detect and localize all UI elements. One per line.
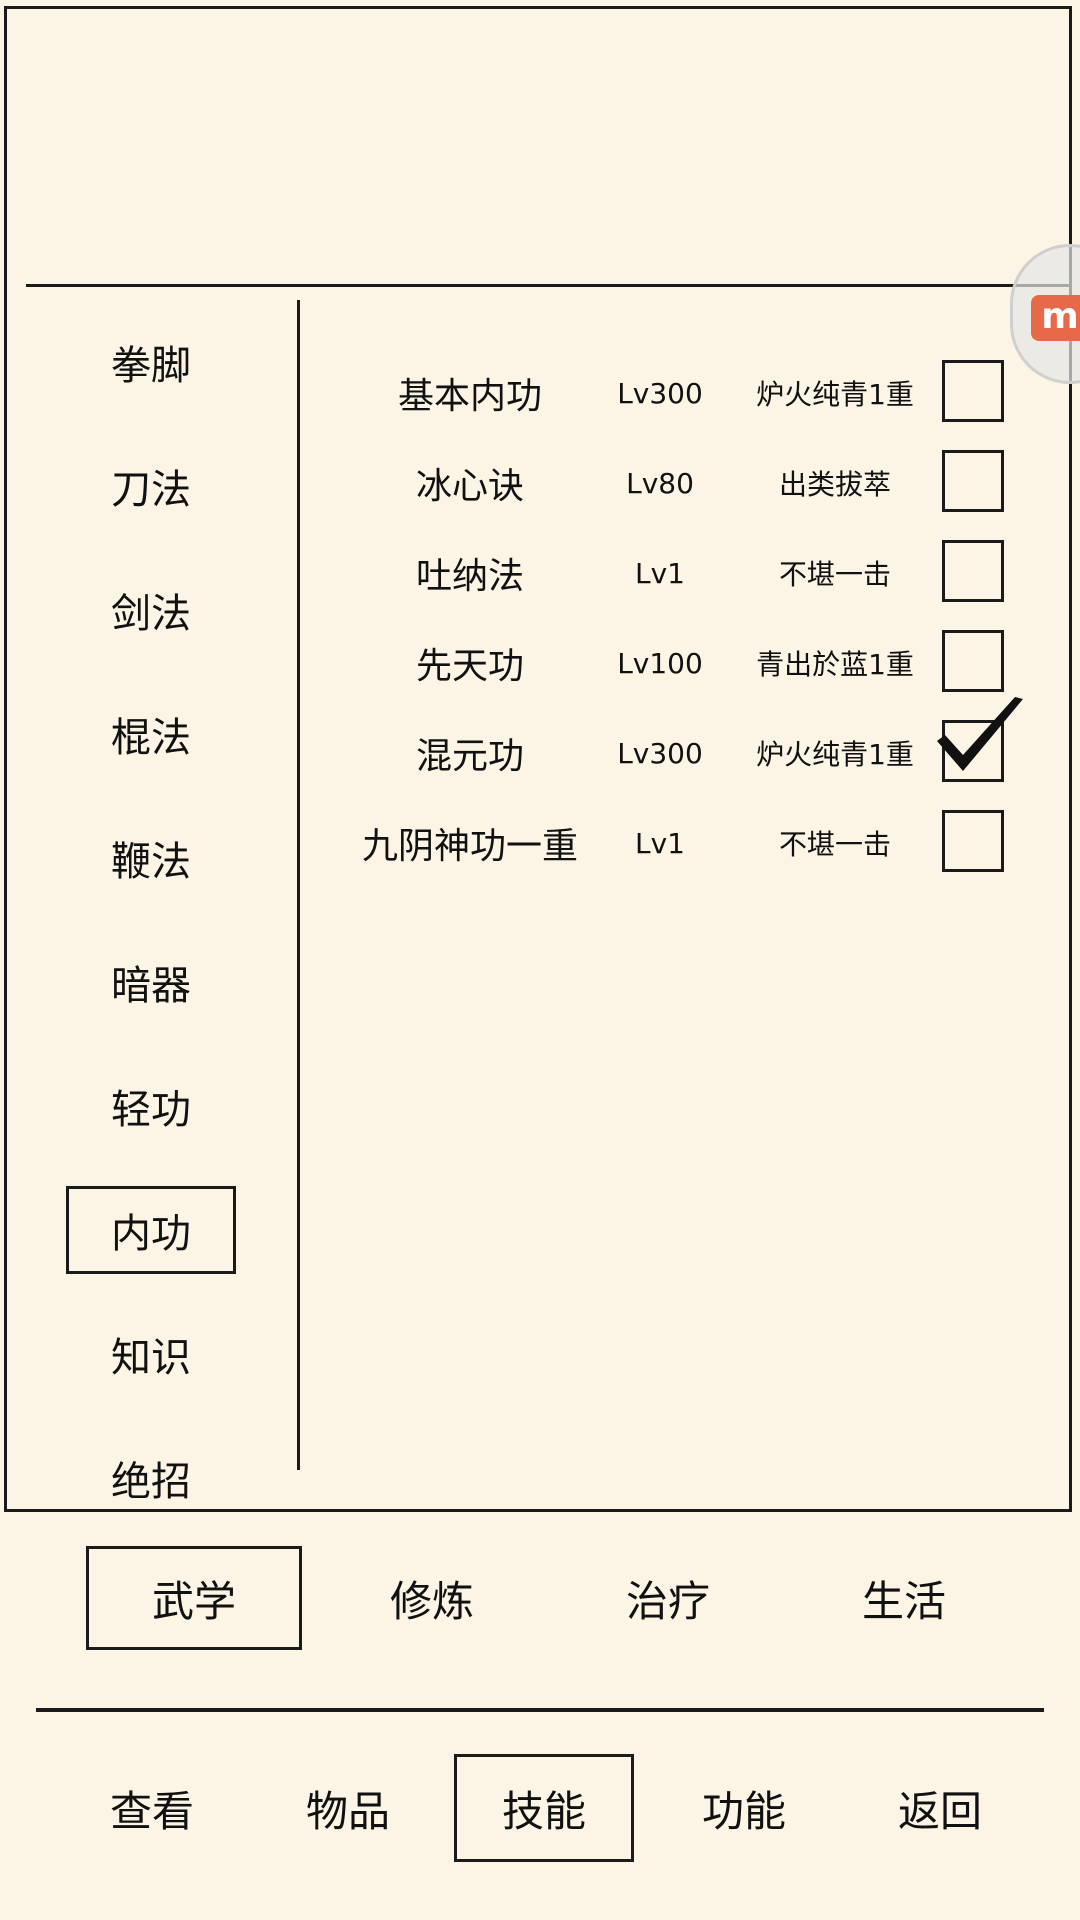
skill-rank: 炉火纯青1重 (756, 378, 914, 411)
skill-row: 九阴神功一重 Lv1 不堪一击 (300, 798, 1020, 888)
category-juezhao[interactable]: 绝招 (66, 1434, 236, 1522)
skill-checkbox[interactable] (942, 810, 1004, 872)
skill-level: Lv300 (617, 736, 703, 770)
skill-rank: 炉火纯青1重 (756, 738, 914, 771)
skill-name: 基本内功 (397, 376, 542, 417)
skill-level: Lv80 (626, 466, 694, 500)
skill-row: 吐纳法 Lv1 不堪一击 (300, 528, 1020, 618)
nav-divider (36, 1708, 1044, 1712)
skill-rank: 不堪一击 (778, 828, 891, 861)
skill-row: 基本内功 Lv300 炉火纯青1重 (300, 348, 1020, 438)
category-jianfa[interactable]: 剑法 (66, 566, 236, 654)
skill-name: 九阴神功一重 (361, 826, 578, 867)
category-gunfa[interactable]: 棍法 (66, 690, 236, 778)
skill-level: Lv300 (617, 376, 703, 410)
category-anqi[interactable]: 暗器 (66, 938, 236, 1026)
nav-wupin[interactable]: 物品 (258, 1754, 438, 1862)
category-zhishi[interactable]: 知识 (66, 1310, 236, 1398)
subtab-shenghuo[interactable]: 生活 (796, 1546, 1012, 1650)
category-quanjiao[interactable]: 拳脚 (66, 318, 236, 406)
skill-level: Lv1 (635, 556, 685, 590)
category-qinggong[interactable]: 轻功 (66, 1062, 236, 1150)
category-bianfa[interactable]: 鞭法 (66, 814, 236, 902)
nav-jineng[interactable]: 技能 (454, 1754, 634, 1862)
category-neigong[interactable]: 内功 (66, 1186, 236, 1274)
nav-gongneng[interactable]: 功能 (654, 1754, 834, 1862)
nav-fanhui[interactable]: 返回 (850, 1754, 1030, 1862)
category-daofa[interactable]: 刀法 (66, 442, 236, 530)
skill-rank: 青出於蓝1重 (756, 648, 914, 681)
subtab-zhiliao[interactable]: 治疗 (560, 1546, 776, 1650)
skill-name: 冰心诀 (415, 466, 524, 507)
skill-checkbox[interactable] (942, 540, 1004, 602)
skill-rank: 不堪一击 (778, 558, 891, 591)
skill-row: 冰心诀 Lv80 出类拔萃 (300, 438, 1020, 528)
skill-name: 混元功 (415, 736, 524, 777)
skill-rank: 出类拔萃 (778, 468, 891, 501)
skill-checkbox[interactable] (942, 450, 1004, 512)
subtab-xiulian[interactable]: 修炼 (324, 1546, 540, 1650)
subtab-wuxue[interactable]: 武学 (86, 1546, 302, 1650)
skill-checkbox[interactable] (942, 360, 1004, 422)
skill-row: 先天功 Lv100 青出於蓝1重 (300, 618, 1020, 708)
skill-checkbox[interactable] (937, 697, 1023, 782)
nav-chakan[interactable]: 查看 (62, 1754, 242, 1862)
skill-name: 先天功 (415, 646, 524, 687)
skill-level: Lv100 (617, 646, 703, 680)
m-logo-icon: m (1031, 295, 1080, 341)
skill-level: Lv1 (635, 826, 685, 860)
skill-row: 混元功 Lv300 炉火纯青1重 (300, 697, 1023, 798)
check-mark-icon (937, 697, 1023, 771)
skill-name: 吐纳法 (415, 556, 524, 597)
header-divider (26, 284, 1072, 287)
skill-checkbox[interactable] (942, 630, 1004, 692)
